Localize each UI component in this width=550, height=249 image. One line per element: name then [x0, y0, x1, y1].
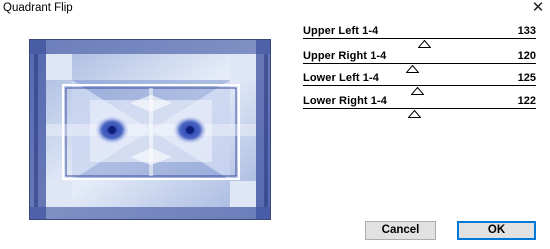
title-bar: Quadrant Flip ✕: [0, 0, 550, 20]
close-icon[interactable]: ✕: [530, 0, 546, 16]
slider-thumb[interactable]: [417, 40, 431, 48]
preview-image: [29, 39, 271, 220]
slider-label: Lower Right 1-4: [303, 95, 388, 107]
slider-track[interactable]: [303, 38, 536, 39]
ok-button[interactable]: OK: [457, 221, 536, 240]
slider-track[interactable]: [303, 63, 536, 64]
slider-upper-left[interactable]: Upper Left 1-4 133: [303, 25, 536, 51]
slider-label: Upper Right 1-4: [303, 50, 387, 62]
slider-lower-right[interactable]: Lower Right 1-4 122: [303, 95, 536, 121]
slider-label: Upper Left 1-4: [303, 25, 379, 37]
slider-track[interactable]: [303, 85, 536, 86]
slider-thumb[interactable]: [410, 87, 424, 95]
slider-track[interactable]: [303, 108, 536, 109]
slider-value: 120: [517, 50, 536, 62]
slider-value: 125: [517, 72, 536, 84]
slider-thumb[interactable]: [408, 110, 422, 118]
slider-value: 133: [517, 25, 536, 37]
dialog-title: Quadrant Flip: [3, 2, 73, 14]
slider-value: 122: [517, 95, 536, 107]
cancel-button[interactable]: Cancel: [365, 221, 436, 240]
slider-label: Lower Left 1-4: [303, 72, 379, 84]
